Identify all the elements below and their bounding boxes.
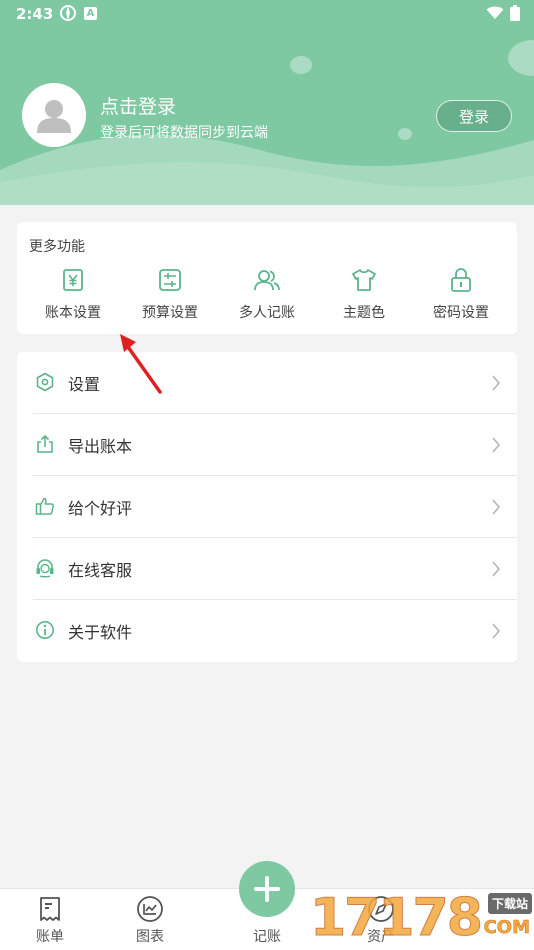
feature-budget-settings[interactable]: 预算设置 [122, 266, 218, 322]
menu-item-give-rating[interactable]: 给个好评 [17, 476, 517, 538]
yen-ledger-icon [63, 269, 83, 291]
settings-menu-card: 设置 导出账本 给个好评 在线客服 关于软件 [17, 352, 517, 662]
battery-icon [510, 5, 520, 21]
feature-label: 密码设置 [433, 305, 489, 321]
status-left-icons: A [60, 5, 97, 21]
site-watermark: 17178 下载站 COM [310, 887, 534, 950]
receipt-icon [40, 897, 60, 921]
pinwheel-icon [60, 5, 76, 21]
menu-label: 设置 [68, 375, 101, 394]
thumbs-up-icon [35, 497, 55, 515]
menu-label: 导出账本 [68, 437, 133, 456]
feature-password-settings[interactable]: 密码设置 [413, 266, 509, 322]
decor-bubble [290, 56, 312, 74]
feature-label: 多人记账 [239, 305, 295, 321]
decor-bubble [508, 40, 534, 76]
tab-label: 图表 [136, 929, 164, 945]
feature-label: 主题色 [343, 305, 385, 321]
watermark-digits: 17178 [310, 888, 484, 949]
status-bar: 2:43 A [0, 0, 534, 28]
chevron-right-icon [492, 561, 501, 577]
notification-a-label: A [86, 7, 95, 19]
add-record-button[interactable] [239, 861, 295, 917]
chevron-right-icon [492, 499, 501, 515]
menu-label: 给个好评 [68, 499, 133, 518]
watermark-suffix: COM [483, 917, 530, 939]
chevron-right-icon [492, 437, 501, 453]
status-right-icons [486, 5, 520, 21]
budget-icon [159, 269, 181, 291]
feature-label: 预算设置 [142, 305, 198, 321]
lock-icon [451, 268, 471, 292]
share-export-icon [37, 434, 53, 453]
tab-label: 记账 [253, 929, 281, 945]
login-title[interactable]: 点击登录 [100, 92, 176, 119]
users-icon [254, 270, 280, 291]
user-silhouette-icon [37, 100, 71, 133]
login-subtitle: 登录后可将数据同步到云端 [100, 125, 268, 141]
menu-item-about[interactable]: 关于软件 [17, 600, 517, 662]
features-row: 账本设置 预算设置 多人记账 主题色 密码设置 [25, 266, 509, 322]
menu-item-online-support[interactable]: 在线客服 [17, 538, 517, 600]
more-features-card: 更多功能 账本设置 预算设置 多人记账 主题色 密码设置 [17, 222, 517, 334]
chevron-right-icon [492, 375, 501, 391]
more-features-title: 更多功能 [29, 239, 85, 255]
feature-multi-user[interactable]: 多人记账 [219, 266, 315, 322]
watermark-badge: 下载站 [487, 893, 532, 914]
feature-theme-color[interactable]: 主题色 [316, 266, 412, 322]
notification-a-icon: A [84, 6, 97, 20]
tab-bills[interactable]: 账单 [15, 889, 85, 950]
plus-icon [254, 876, 280, 902]
status-time: 2:43 [16, 5, 54, 23]
chevron-right-icon [492, 623, 501, 639]
profile-header: 2:43 A 点击登录 登录后可将数据同步到云端 登录 [0, 0, 534, 205]
login-button[interactable]: 登录 [436, 100, 512, 132]
feature-ledger-settings[interactable]: 账本设置 [25, 266, 121, 322]
menu-label: 在线客服 [68, 561, 133, 580]
menu-label: 关于软件 [68, 623, 133, 642]
feature-label: 账本设置 [45, 305, 101, 321]
hex-gear-icon [36, 372, 54, 392]
tab-charts[interactable]: 图表 [115, 889, 185, 950]
chart-icon [137, 896, 163, 922]
info-icon [36, 621, 54, 639]
menu-item-settings[interactable]: 设置 [17, 352, 517, 414]
red-arrow-annotation [120, 334, 162, 394]
shirt-icon [352, 269, 376, 291]
tab-label: 账单 [36, 929, 64, 945]
menu-item-export-ledger[interactable]: 导出账本 [17, 414, 517, 476]
wifi-icon [486, 6, 504, 19]
headset-icon [36, 559, 54, 578]
avatar[interactable] [22, 83, 86, 147]
